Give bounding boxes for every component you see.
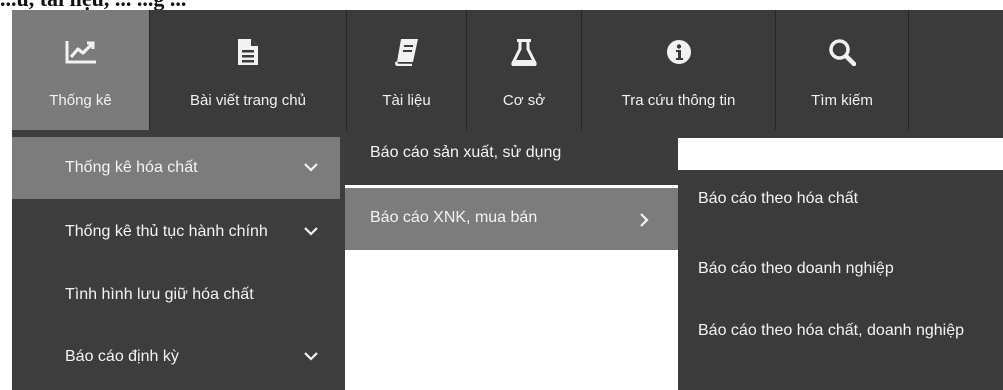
nav-item-tra-cuu-thong-tin[interactable]: Tra cứu thông tin [582, 10, 776, 130]
menu-item-bao-cao-theo-hoa-chat[interactable]: Báo cáo theo hóa chất [698, 184, 988, 213]
menu-item-bao-cao-theo-doanh-nghiep[interactable]: Báo cáo theo doanh nghiệp [698, 254, 988, 283]
nav-item-tim-kiem[interactable]: Tìm kiếm [776, 10, 909, 130]
document-icon [237, 32, 259, 72]
chevron-right-icon [640, 213, 649, 227]
nav-item-thong-ke[interactable]: Thống kê [12, 10, 150, 130]
nav-item-tai-lieu[interactable]: Tài liệu [347, 10, 467, 130]
main-navigation-bar: Thống kê Bài viết trang chủ Tài liệu Cơ … [12, 10, 1003, 130]
info-icon [666, 32, 692, 72]
menu-item-label: Báo cáo XNK, mua bán [370, 209, 538, 226]
menu-item-tinh-hinh-luu-giu-hoa-chat[interactable]: Tình hình lưu giữ hóa chất [12, 264, 345, 326]
menu-item-bao-cao-theo-hoa-chat-doanh-nghiep[interactable]: Báo cáo theo hóa chất, doanh nghiệp [698, 316, 988, 345]
nav-item-co-so[interactable]: Cơ sở [467, 10, 582, 130]
partial-caption-text: ...u, tài liệu, ... ...g ... [0, 0, 186, 11]
nav-label: Thống kê [49, 92, 112, 109]
submenu-thong-ke: Thống kê hóa chất Thống kê thủ tục hành … [12, 130, 345, 390]
flask-icon [511, 32, 537, 72]
search-icon [828, 32, 856, 72]
nav-label: Tìm kiếm [811, 92, 873, 109]
nav-label: Cơ sở [502, 92, 546, 109]
nav-label: Tài liệu [382, 92, 431, 109]
chevron-down-icon [304, 352, 318, 361]
chevron-down-icon [304, 163, 318, 172]
nav-item-bai-viet-trang-chu[interactable]: Bài viết trang chủ [150, 10, 347, 130]
submenu-bao-cao-xnk-mua-ban: Báo cáo theo hóa chất Báo cáo theo doanh… [678, 170, 1003, 390]
menu-item-label: Báo cáo sản xuất, sử dụng [370, 144, 562, 161]
menu-item-thong-ke-hoa-chat[interactable]: Thống kê hóa chất [12, 137, 340, 199]
chevron-down-icon [304, 227, 318, 236]
blank-area [678, 138, 1003, 170]
menu-item-bao-cao-dinh-ky[interactable]: Báo cáo định kỳ [12, 326, 345, 388]
book-icon [394, 32, 420, 72]
submenu-thong-ke-hoa-chat: Báo cáo sản xuất, sử dụng Báo cáo XNK, m… [345, 130, 678, 390]
menu-item-bao-cao-xnk-mua-ban[interactable]: Báo cáo XNK, mua bán [345, 188, 678, 250]
menu-item-label: Báo cáo định kỳ [65, 348, 179, 365]
nav-label: Bài viết trang chủ [190, 92, 306, 109]
menu-item-bao-cao-san-xuat-su-dung[interactable]: Báo cáo sản xuất, sử dụng [345, 130, 678, 185]
menu-item-label: Tình hình lưu giữ hóa chất [65, 286, 254, 303]
menu-item-thong-ke-thu-tuc-hanh-chinh[interactable]: Thống kê thủ tục hành chính [12, 201, 345, 263]
line-chart-icon [64, 32, 98, 72]
menu-gap [678, 130, 1003, 138]
nav-label: Tra cứu thông tin [621, 92, 736, 109]
menu-item-label: Thống kê hóa chất [65, 159, 198, 176]
nav-empty-slot [909, 10, 1003, 130]
menu-item-label: Thống kê thủ tục hành chính [65, 223, 268, 240]
